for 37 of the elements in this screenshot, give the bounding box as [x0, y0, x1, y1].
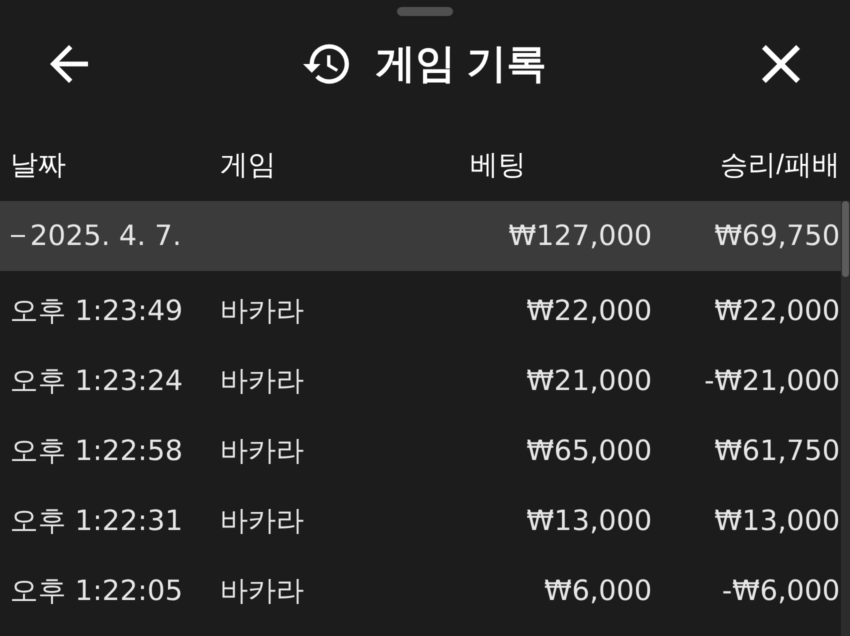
result-cell: ₩61,750: [714, 434, 840, 468]
game-cell: 바카라: [220, 434, 304, 468]
game-cell: 바카라: [220, 364, 304, 398]
window-title: 게임 기록: [375, 41, 547, 88]
result-cell: -₩21,000: [704, 364, 840, 398]
close-button[interactable]: [762, 45, 800, 83]
close-icon: [762, 45, 800, 83]
group-date: 2025. 4. 7.: [30, 219, 182, 253]
column-header[interactable]: 승리/패배: [720, 148, 840, 182]
time-cell: 오후 1:22:31: [10, 504, 183, 538]
time-cell: 오후 1:23:49: [10, 294, 183, 328]
time-cell: 오후 1:22:05: [10, 574, 183, 608]
bet-cell: ₩13,000: [526, 504, 652, 538]
result-cell: ₩22,000: [714, 294, 840, 328]
game-cell: 바카라: [220, 504, 304, 538]
column-header[interactable]: 베팅: [470, 148, 526, 182]
back-button[interactable]: [50, 45, 88, 83]
game-cell: 바카라: [220, 574, 304, 608]
bet-cell: ₩65,000: [526, 434, 652, 468]
column-header[interactable]: 게임: [220, 148, 276, 182]
result-cell: ₩13,000: [714, 504, 840, 538]
bet-amount: ₩127,000: [508, 219, 652, 253]
back-arrow-icon: [50, 45, 88, 83]
result-amount: ₩69,750: [714, 219, 840, 253]
scrollbar-track[interactable]: [841, 201, 850, 636]
result-cell: -₩6,000: [722, 574, 840, 608]
bet-cell: ₩6,000: [544, 574, 652, 608]
bet-cell: ₩21,000: [526, 364, 652, 398]
game-cell: 바카라: [220, 294, 304, 328]
column-header[interactable]: 날짜: [10, 148, 66, 182]
scrollbar-thumb[interactable]: [842, 201, 849, 277]
bet-cell: ₩22,000: [526, 294, 652, 328]
drag-handle[interactable]: [397, 7, 453, 16]
time-cell: 오후 1:22:58: [10, 434, 183, 468]
history-icon: [303, 44, 350, 84]
date-group-row[interactable]: 2025. 4. 7. ₩127,000 ₩69,750: [0, 201, 841, 271]
time-cell: 오후 1:23:24: [10, 364, 183, 398]
